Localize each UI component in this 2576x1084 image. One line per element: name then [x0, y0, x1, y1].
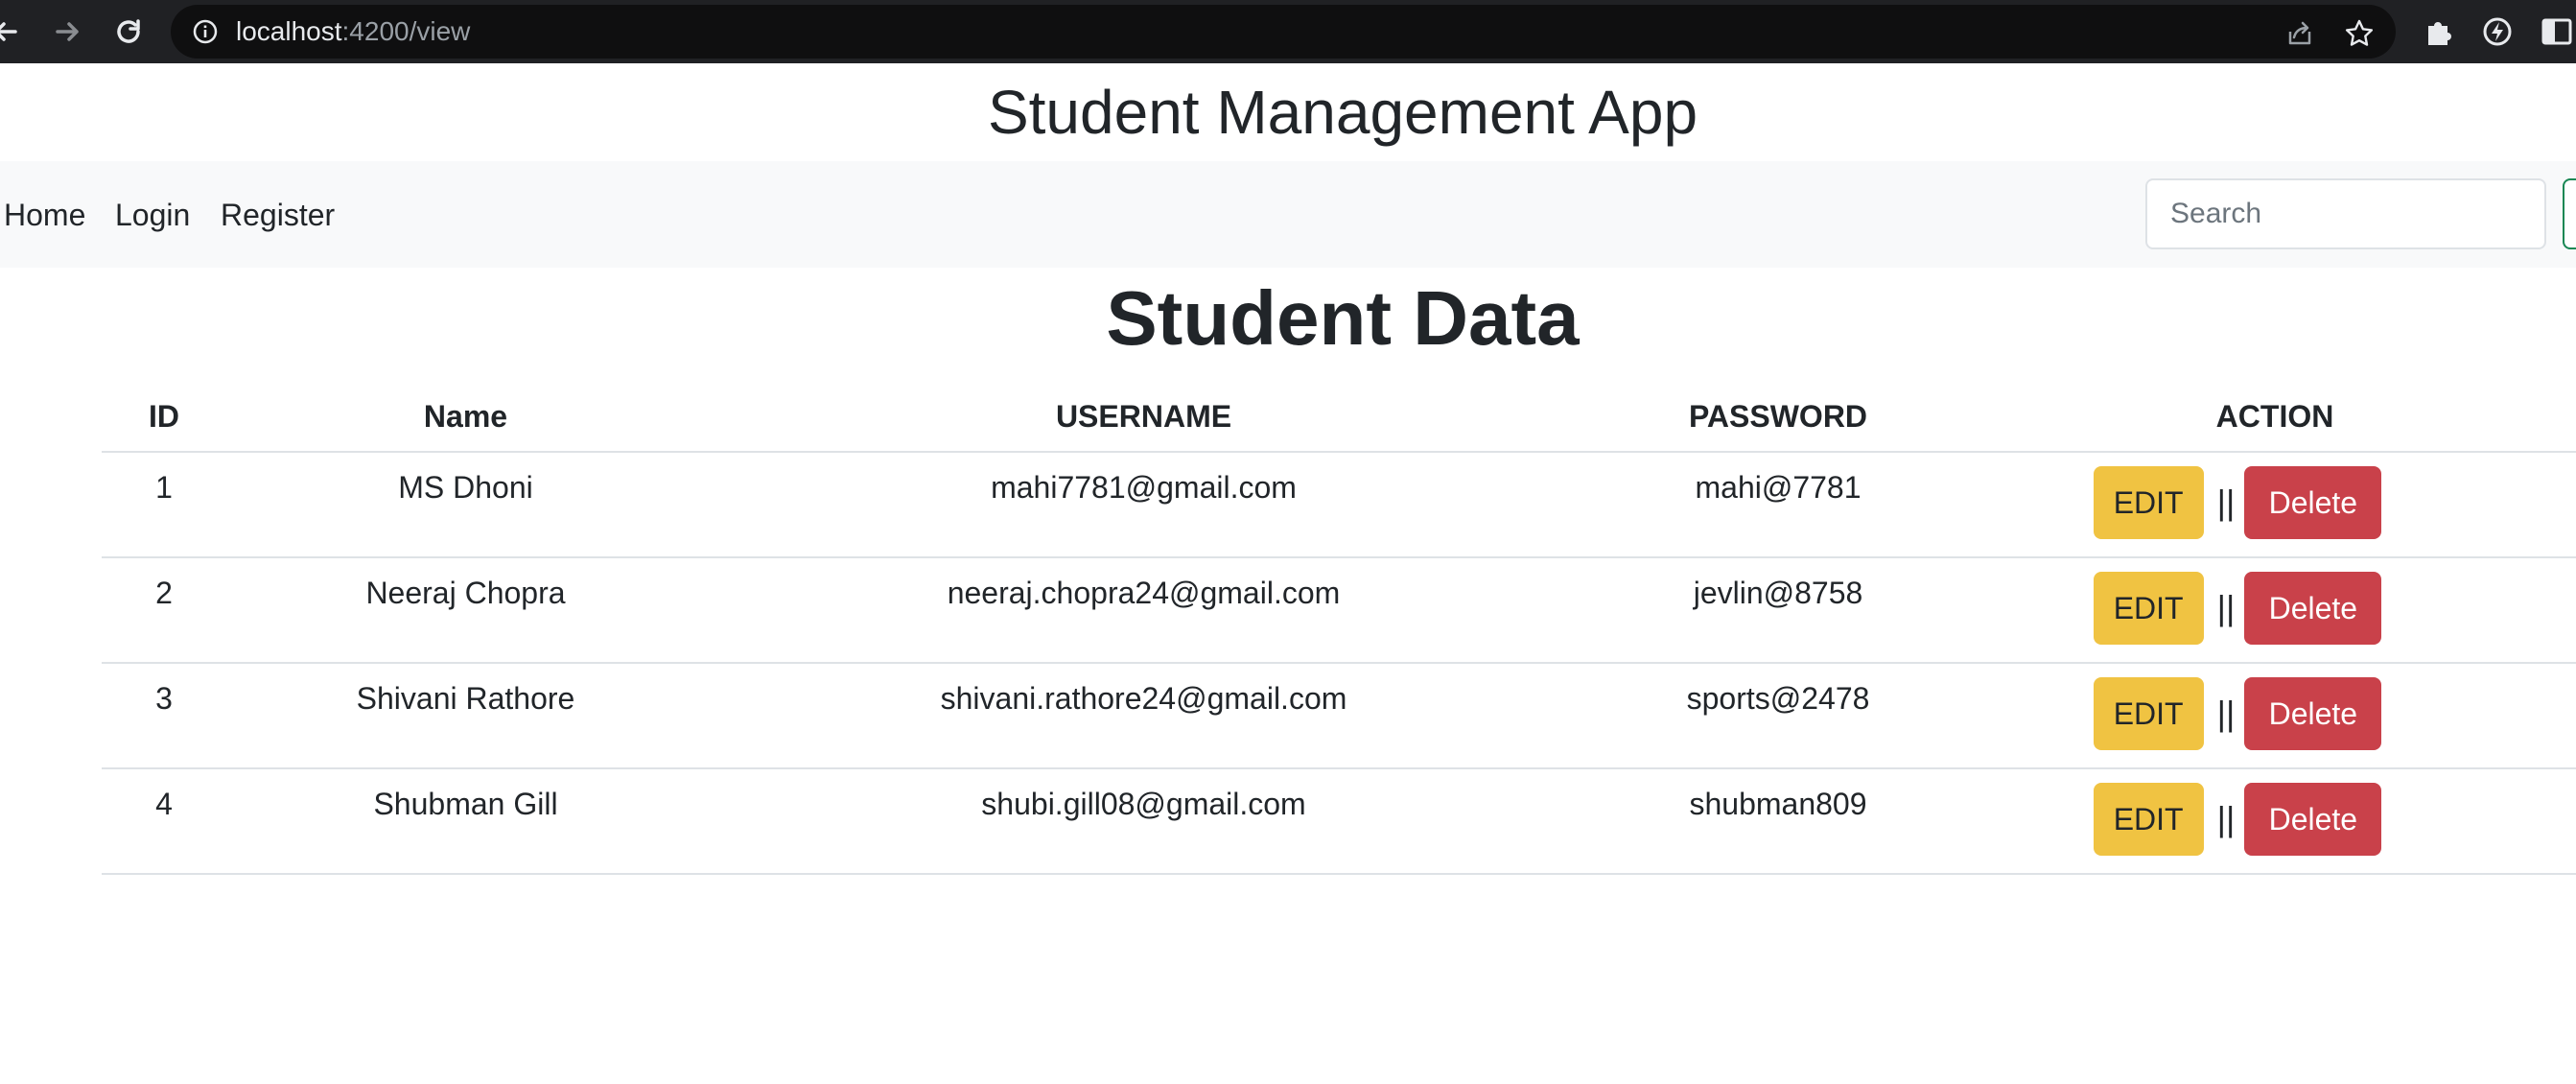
- cell-name: Shivani Rathore: [356, 681, 575, 716]
- action-separator: ||: [2216, 694, 2236, 733]
- side-panel-icon[interactable]: [2540, 14, 2574, 49]
- delete-button[interactable]: Delete: [2244, 466, 2382, 539]
- nav-link-home[interactable]: Home: [4, 196, 85, 234]
- nav-link-login[interactable]: Login: [115, 196, 190, 234]
- action-separator: ||: [2216, 799, 2236, 838]
- reload-icon[interactable]: [109, 12, 148, 51]
- page-heading: Student Data: [1106, 275, 1580, 361]
- cell-id: 2: [155, 576, 173, 610]
- column-header-password: PASSWORD: [1582, 382, 1974, 453]
- column-header-action: ACTION: [1974, 382, 2576, 453]
- delete-button[interactable]: Delete: [2244, 677, 2382, 750]
- table-row: 1 MS Dhoni mahi7781@gmail.com mahi@7781 …: [102, 452, 2576, 558]
- table-row: 2 Neeraj Chopra neeraj.chopra24@gmail.co…: [102, 557, 2576, 664]
- cell-username: shivani.rathore24@gmail.com: [940, 681, 1347, 716]
- table-row: 4 Shubman Gill shubi.gill08@gmail.com sh…: [102, 768, 2576, 875]
- action-separator: ||: [2216, 588, 2236, 627]
- cell-name: Shubman Gill: [373, 787, 558, 821]
- column-header-name: Name: [226, 382, 705, 453]
- edit-button[interactable]: EDIT: [2093, 572, 2204, 645]
- cell-id: 4: [155, 787, 173, 821]
- delete-button[interactable]: Delete: [2244, 783, 2382, 856]
- edit-button[interactable]: EDIT: [2093, 783, 2204, 856]
- url-path: :4200/view: [341, 16, 471, 46]
- column-header-username: USERNAME: [705, 382, 1582, 453]
- url-host: localhost: [236, 16, 342, 46]
- info-icon[interactable]: [192, 18, 219, 45]
- delete-button[interactable]: Delete: [2244, 572, 2382, 645]
- forward-arrow-icon[interactable]: [48, 12, 86, 51]
- app-title: Student Management App: [987, 78, 1698, 147]
- extension-icon[interactable]: [2480, 14, 2515, 49]
- search-button[interactable]: [2563, 178, 2576, 249]
- address-bar[interactable]: localhost:4200/view: [171, 5, 2396, 59]
- table-header-row: ID Name USERNAME PASSWORD ACTION: [102, 382, 2576, 453]
- back-arrow-icon[interactable]: [0, 12, 25, 51]
- cell-username: shubi.gill08@gmail.com: [981, 787, 1306, 821]
- browser-toolbar: localhost:4200/view: [0, 0, 2576, 63]
- row-actions: EDIT || Delete: [1899, 453, 2576, 539]
- row-actions: EDIT || Delete: [1899, 558, 2576, 645]
- row-actions: EDIT || Delete: [1899, 769, 2576, 856]
- student-table: ID Name USERNAME PASSWORD ACTION 1 MS Dh…: [102, 382, 2576, 875]
- edit-button[interactable]: EDIT: [2093, 466, 2204, 539]
- row-actions: EDIT || Delete: [1899, 664, 2576, 750]
- column-header-id: ID: [102, 382, 226, 453]
- nav-link-register[interactable]: Register: [221, 196, 335, 234]
- url-text[interactable]: localhost:4200/view: [236, 17, 470, 46]
- bookmark-star-icon[interactable]: [2344, 18, 2375, 49]
- search-input[interactable]: [2145, 178, 2546, 249]
- cell-username: neeraj.chopra24@gmail.com: [947, 576, 1341, 610]
- extensions-puzzle-icon[interactable]: [2421, 14, 2455, 49]
- cell-id: 3: [155, 681, 173, 716]
- cell-id: 1: [155, 470, 173, 505]
- edit-button[interactable]: EDIT: [2093, 677, 2204, 750]
- table-row: 3 Shivani Rathore shivani.rathore24@gmai…: [102, 663, 2576, 769]
- action-separator: ||: [2216, 483, 2236, 522]
- cell-name: MS Dhoni: [398, 470, 533, 505]
- share-icon[interactable]: [2284, 18, 2315, 49]
- cell-username: mahi7781@gmail.com: [991, 470, 1297, 505]
- cell-name: Neeraj Chopra: [365, 576, 566, 610]
